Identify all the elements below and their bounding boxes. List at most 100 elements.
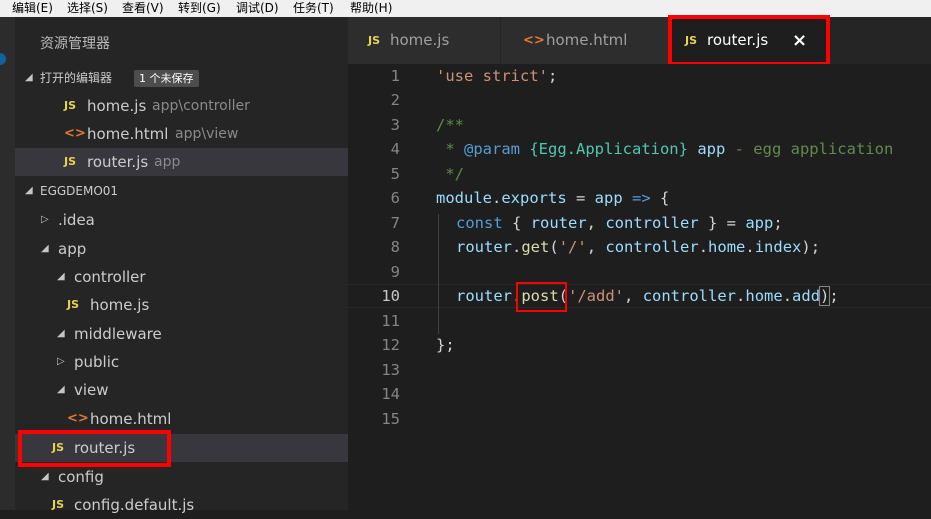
line-number: 14 — [381, 385, 400, 403]
line-number: 3 — [390, 116, 400, 134]
chevron-down-icon: ◢ — [57, 271, 65, 282]
tab-label: home.html — [546, 31, 628, 49]
token: ; — [547, 67, 558, 85]
tree-item-label: config.default.js — [74, 496, 195, 514]
tree-folder-controller[interactable]: ◢ controller — [15, 263, 348, 291]
line-number: 4 — [390, 140, 400, 158]
tab-home-js[interactable]: JS home.js — [348, 17, 500, 64]
tree-item-label: middleware — [74, 325, 162, 343]
line-number: 9 — [390, 263, 400, 281]
code-line-current: 10 router.post('/add', controller.home.a… — [348, 284, 931, 308]
tree-file-home-html[interactable]: <> home.html — [15, 405, 348, 433]
code-line: 15 — [348, 407, 931, 431]
line-content: */ — [436, 165, 464, 183]
line-content: const { router, controller } = app; — [456, 211, 783, 235]
line-content: router.post('/add', controller.home.add)… — [456, 284, 839, 308]
unsaved-badge: 1 个未保存 — [134, 70, 199, 87]
tree-item-label: home.js — [90, 296, 150, 314]
tree-item-label: controller — [74, 268, 146, 286]
chevron-down-icon: ◢ — [25, 185, 33, 196]
token: router — [456, 287, 512, 305]
line-number: 10 — [381, 287, 400, 305]
open-editors-label: 打开的编辑器 — [40, 71, 113, 85]
tree-folder-middleware[interactable]: ◢ middleware — [15, 320, 348, 348]
tab-home-html[interactable]: <> home.html — [501, 17, 668, 64]
token: . — [512, 238, 522, 256]
tree-file-home-js[interactable]: JS home.js — [15, 291, 348, 319]
tree-folder-public[interactable]: ▷ public — [15, 348, 348, 376]
open-editor-item[interactable]: <> home.html app\view — [15, 120, 348, 148]
line-number: 7 — [390, 214, 400, 232]
token: { — [502, 214, 531, 232]
code-line: 13 — [348, 358, 931, 382]
chevron-down-icon: ◢ — [25, 72, 33, 83]
project-header[interactable]: ◢ EGGDEMO01 — [15, 177, 348, 205]
line-content: 'use strict'; — [436, 64, 557, 88]
chevron-down-icon: ◢ — [57, 328, 65, 339]
chevron-down-icon: ◢ — [41, 243, 49, 254]
token: { — [660, 189, 670, 207]
line-number: 11 — [381, 312, 400, 330]
line-number: 1 — [390, 67, 400, 85]
token: controller — [605, 238, 699, 256]
open-editor-item[interactable]: JS router.js app — [15, 148, 348, 176]
menu-goto[interactable]: 转到(G) — [178, 0, 221, 17]
tree-file-config-default-js[interactable]: JS config.default.js — [15, 491, 348, 519]
explorer-sidebar: 资源管理器 ◢ 打开的编辑器 1 个未保存 JS home.js app\con… — [15, 17, 348, 514]
token: => — [622, 189, 660, 207]
token: exports — [501, 189, 567, 207]
open-editor-path: app\controller — [152, 98, 250, 114]
token: controller — [605, 214, 699, 232]
tab-bar: JS home.js <> home.html JS router.js × — [348, 15, 931, 66]
tree-folder-app[interactable]: ◢ app — [15, 235, 348, 263]
open-editor-path: app\view — [175, 126, 239, 142]
token: @param — [464, 140, 520, 158]
open-editor-item[interactable]: JS home.js app\controller — [15, 92, 348, 120]
code-line: 8 router.get('/', controller.home.index)… — [348, 235, 931, 259]
activity-bar — [0, 17, 15, 510]
token: get — [521, 238, 550, 256]
line-number: 8 — [390, 238, 400, 256]
open-editor-name: router.js — [87, 153, 149, 171]
line-number: 5 — [390, 165, 400, 183]
project-label: EGGDEMO01 — [40, 184, 119, 198]
tree-item-label: app — [58, 240, 87, 258]
token: = — [566, 189, 595, 207]
code-line: 9 — [348, 260, 931, 284]
chevron-right-icon: ▷ — [57, 356, 65, 367]
token: 'use strict' — [436, 67, 548, 85]
tree-folder-config[interactable]: ◢ config — [15, 463, 348, 491]
tree-folder-idea[interactable]: ▷ .idea — [15, 206, 348, 234]
menu-debug[interactable]: 调试(D) — [236, 0, 279, 17]
tree-item-label: view — [74, 381, 109, 399]
chevron-right-icon: ▷ — [41, 214, 49, 225]
menu-select[interactable]: 选择(S) — [67, 0, 108, 17]
token: ); — [801, 238, 821, 256]
js-file-icon: JS — [67, 298, 80, 311]
line-content: module.exports = app => { — [436, 186, 669, 210]
token: , — [586, 214, 606, 232]
line-content: }; — [436, 336, 455, 354]
token: . — [745, 238, 755, 256]
menu-tasks[interactable]: 任务(T) — [293, 0, 334, 17]
explorer-title: 资源管理器 — [40, 36, 110, 52]
token: router — [456, 238, 512, 256]
code-line: 3 /** — [348, 113, 931, 137]
open-editors-header[interactable]: ◢ 打开的编辑器 1 个未保存 — [15, 64, 348, 92]
tree-folder-view[interactable]: ◢ view — [15, 376, 348, 404]
token: . — [698, 238, 709, 256]
token: . — [736, 287, 746, 305]
html-file-icon: <> — [64, 126, 86, 141]
code-line: 12 }; — [348, 333, 931, 357]
token: app — [594, 189, 623, 207]
tree-item-label: config — [58, 468, 104, 486]
token: module — [436, 189, 492, 207]
menu-edit[interactable]: 编辑(E) — [12, 0, 53, 17]
notification-dot-icon[interactable] — [0, 53, 6, 65]
code-editor[interactable]: 1 'use strict'; 2 3 /** 4 * @param {Egg.… — [348, 64, 931, 510]
menu-help[interactable]: 帮助(H) — [350, 0, 392, 17]
token: home — [745, 287, 783, 305]
token: const — [456, 214, 503, 232]
token: '/add' — [568, 287, 625, 305]
menu-view[interactable]: 查看(V) — [122, 0, 164, 17]
